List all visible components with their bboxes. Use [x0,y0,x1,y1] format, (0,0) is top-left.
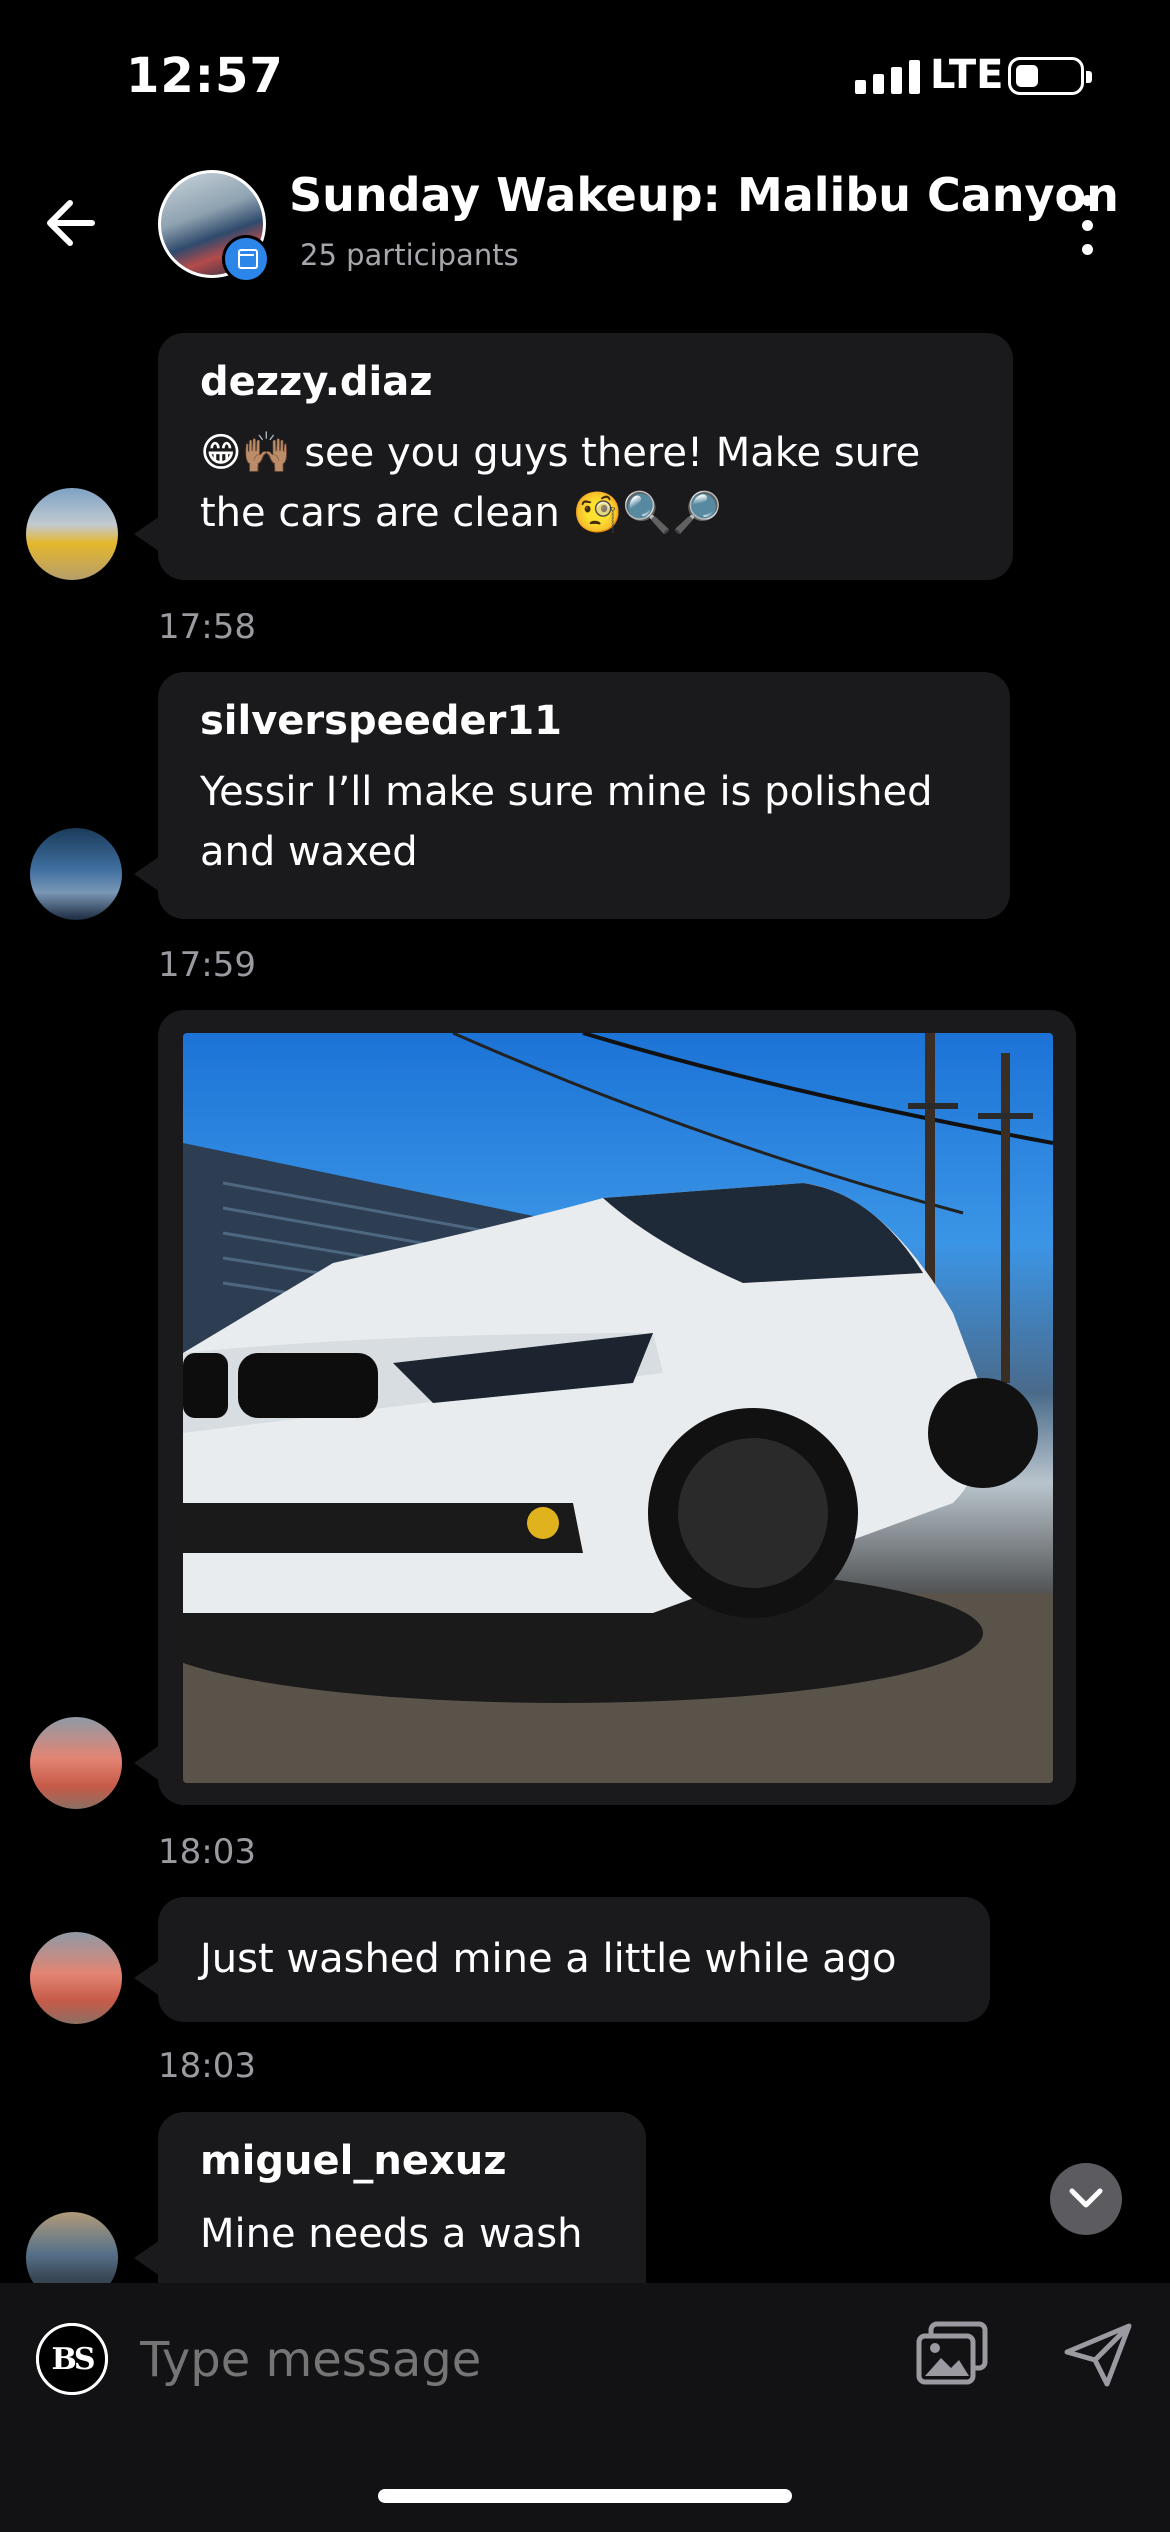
message-text: and waxed [200,829,418,875]
avatar[interactable] [26,488,118,580]
message-text: 😁🙌🏽 see you guys there! Make sure [200,430,921,476]
avatar[interactable] [30,1932,122,2024]
message-time: 17:59 [158,945,256,985]
participant-count[interactable]: 25 participants [300,238,519,272]
app-logo[interactable]: BS [36,2323,108,2395]
battery-icon [1008,57,1092,95]
message-bubble: miguel_nexuz Mine needs a wash [158,2112,646,2312]
shared-car-photo[interactable] [183,1033,1053,1783]
chevron-down-icon [1069,2188,1103,2208]
message-text: the cars are clean 🧐🔍🔎 [200,490,722,536]
home-indicator [378,2489,792,2503]
message-time: 18:03 [158,2046,256,2086]
message-input[interactable] [140,2320,880,2400]
message-text: Yessir I’ll make sure mine is polished [200,769,933,815]
message-bubble: silverspeeder11 Yessir I’ll make sure mi… [158,672,1010,919]
calendar-icon [222,235,270,283]
network-type: LTE [930,52,1004,98]
send-paper-plane-icon[interactable] [1063,2322,1133,2388]
message-bubble: dezzy.diaz 😁🙌🏽 see you guys there! Make … [158,333,1013,580]
chat-title[interactable]: Sunday Wakeup: Malibu Canyon [289,168,1119,222]
avatar[interactable] [30,1717,122,1809]
more-options-icon[interactable] [1068,195,1106,255]
message-time: 17:58 [158,607,256,647]
message-bubble: Just washed mine a little while ago [158,1897,990,2022]
status-time: 12:57 [126,48,284,104]
signal-strength-icon [855,58,920,94]
message-text: Mine needs a wash [200,2211,583,2257]
message-text: Just washed mine a little while ago [200,1936,897,1982]
image-gallery-icon[interactable] [915,2320,989,2390]
avatar[interactable] [30,828,122,920]
scroll-to-bottom-button[interactable] [1050,2163,1122,2235]
message-sender: silverspeeder11 [200,698,563,744]
message-sender: miguel_nexuz [200,2138,507,2184]
back-arrow-icon[interactable] [40,188,110,258]
message-time: 18:03 [158,1832,256,1872]
message-sender: dezzy.diaz [200,359,433,405]
